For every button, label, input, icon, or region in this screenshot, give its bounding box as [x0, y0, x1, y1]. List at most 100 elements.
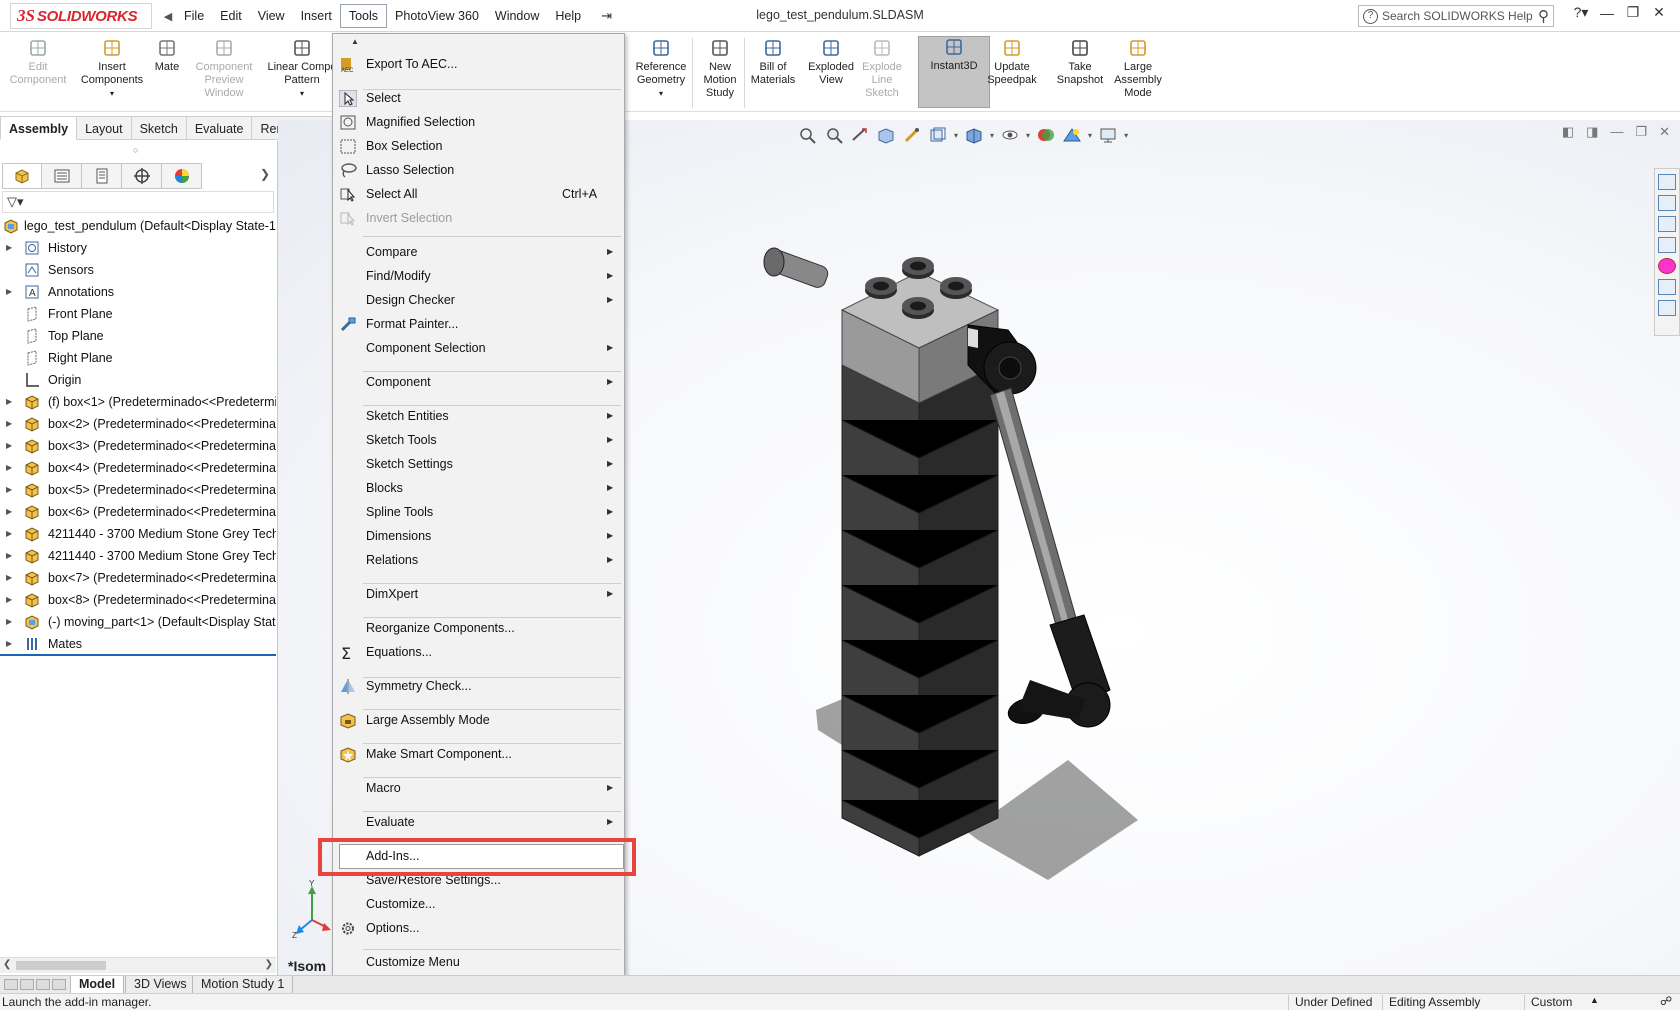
caret-up-icon[interactable]: ▲ [1590, 995, 1599, 1005]
scrollbar-thumb[interactable] [16, 961, 106, 970]
bottom-tab-model[interactable]: Model [70, 976, 125, 994]
first-tab-button[interactable] [4, 979, 18, 990]
feature-tree-filter[interactable]: ▽▾ [2, 191, 274, 213]
tooltip-toggle-icon[interactable]: ☍ [1660, 994, 1672, 1008]
dimxpert-manager-tab-icon[interactable] [122, 163, 162, 189]
property-manager-tab-icon[interactable] [42, 163, 82, 189]
menu-item-design-checker[interactable]: Design Checker ▶ [333, 289, 624, 311]
menu-photoview-360[interactable]: PhotoView 360 [387, 4, 487, 28]
tree-item-box-8-predeterminado-predeterm[interactable]: ▶ box<8> (Predeterminado<<Predeterminad [0, 589, 276, 611]
menu-item-blocks[interactable]: Blocks ▶ [333, 477, 624, 499]
reference-geometry-button[interactable]: Reference Geometry ▾ [630, 38, 692, 100]
menu-item-spline-tools[interactable]: Spline Tools ▶ [333, 501, 624, 523]
menu-item-find-modify[interactable]: Find/Modify ▶ [333, 265, 624, 287]
view-palette-icon[interactable] [1658, 237, 1676, 253]
solidworks-logo[interactable]: 3S SOLIDWORKS [10, 3, 152, 29]
menu-item-sketch-tools[interactable]: Sketch Tools ▶ [333, 429, 624, 451]
forum-icon[interactable] [1658, 300, 1676, 316]
configuration-manager-tab-icon[interactable] [82, 163, 122, 189]
tab-sketch[interactable]: Sketch [131, 116, 187, 140]
large-assembly-mode-button[interactable]: Large Assembly Mode [1110, 38, 1166, 100]
menu-item-magnified-selection[interactable]: Magnified Selection [333, 111, 624, 133]
menu-item-component[interactable]: Component ▶ [333, 371, 624, 393]
tree-item-box-3-predeterminado-predeterm[interactable]: ▶ box<3> (Predeterminado<<Predeterminad [0, 435, 276, 457]
tree-item-f-box-1-predeterminado-predete[interactable]: ▶ (f) box<1> (Predeterminado<<Predetermin [0, 391, 276, 413]
tree-item-sensors[interactable]: Sensors [0, 259, 276, 281]
next-tab-button[interactable] [36, 979, 50, 990]
appearances-icon[interactable] [1658, 258, 1676, 274]
display-manager-tab-icon[interactable] [162, 163, 202, 189]
tree-item-origin[interactable]: Origin [0, 369, 276, 391]
menu-item-export-to-aec[interactable]: AEC Export To AEC... [333, 53, 624, 75]
expand-arrow-icon[interactable]: ▶ [6, 545, 12, 567]
chevron-right-icon[interactable]: ❯ [260, 167, 270, 181]
expand-arrow-icon[interactable]: ▶ [6, 281, 12, 303]
expand-arrow-icon[interactable]: ▶ [6, 457, 12, 479]
unit-system-selector[interactable]: Custom [1524, 995, 1594, 1010]
menu-item-equations[interactable]: Σ Equations... [333, 641, 624, 663]
expand-arrow-icon[interactable]: ▶ [6, 611, 12, 633]
last-tab-button[interactable] [52, 979, 66, 990]
tree-item-box-2-predeterminado-predeterm[interactable]: ▶ box<2> (Predeterminado<<Predeterminad [0, 413, 276, 435]
menu-file[interactable]: File [176, 4, 212, 28]
home-icon[interactable] [1658, 174, 1676, 190]
insert-components-button[interactable]: Insert Components ▾ [70, 38, 154, 100]
tree-item-annotations[interactable]: ▶ A Annotations [0, 281, 276, 303]
tab-assembly[interactable]: Assembly [0, 116, 78, 140]
tree-item-4211440-3700-medium-stone-grey[interactable]: ▶ 4211440 - 3700 Medium Stone Grey Techni… [0, 545, 276, 567]
expand-arrow-icon[interactable]: ▶ [6, 633, 12, 655]
menu-help[interactable]: Help [547, 4, 589, 28]
explode-line-sketch-button[interactable]: Explode Line Sketch [858, 38, 906, 100]
menu-item-symmetry-check[interactable]: Symmetry Check... [333, 675, 624, 697]
tree-item-box-5-predeterminado-predeterm[interactable]: ▶ box<5> (Predeterminado<<Predeterminad [0, 479, 276, 501]
menu-item-reorganize-components[interactable]: Reorganize Components... [333, 617, 624, 639]
menu-item-sketch-entities[interactable]: Sketch Entities ▶ [333, 405, 624, 427]
expand-arrow-icon[interactable]: ▶ [6, 413, 12, 435]
tab-evaluate[interactable]: Evaluate [186, 116, 253, 140]
menu-insert[interactable]: Insert [293, 4, 340, 28]
component-preview-window-button[interactable]: Component Preview Window [186, 38, 262, 100]
instant3d-button[interactable]: Instant3D [918, 36, 990, 108]
tree-item-4211440-3700-medium-stone-grey[interactable]: ▶ 4211440 - 3700 Medium Stone Grey Techni… [0, 523, 276, 545]
close-window-button[interactable]: ✕ [1648, 4, 1670, 21]
expand-arrow-icon[interactable]: ▶ [6, 479, 12, 501]
tree-item-box-6-predeterminado-predeterm[interactable]: ▶ box<6> (Predeterminado<<Predeterminad [0, 501, 276, 523]
menu-view[interactable]: View [250, 4, 293, 28]
tree-item-top-plane[interactable]: Top Plane [0, 325, 276, 347]
tab-layout[interactable]: Layout [77, 116, 132, 140]
expand-arrow-icon[interactable]: ▶ [6, 501, 12, 523]
tree-item-history[interactable]: ▶ History [0, 237, 276, 259]
menu-window[interactable]: Window [487, 4, 547, 28]
menu-tools[interactable]: Tools [339, 4, 388, 28]
take-snapshot-button[interactable]: Take Snapshot [1054, 38, 1106, 87]
tree-item-box-7-predeterminado-predeterm[interactable]: ▶ box<7> (Predeterminado<<Predeterminad [0, 567, 276, 589]
update-speedpak-button[interactable]: Update Speedpak [986, 38, 1038, 87]
menu-item-select-all[interactable]: Select All Ctrl+A [333, 183, 624, 205]
menu-item-make-smart-component[interactable]: Make Smart Component... [333, 743, 624, 765]
expand-arrow-icon[interactable]: ▶ [6, 589, 12, 611]
expand-arrow-icon[interactable]: ▶ [6, 435, 12, 457]
menu-item-component-selection[interactable]: Component Selection ▶ [333, 337, 624, 359]
scroll-right-icon[interactable]: ❯ [265, 959, 273, 970]
design-library-icon[interactable] [1658, 195, 1676, 211]
menu-back-arrow-icon[interactable]: ◀ [160, 10, 176, 23]
menu-item-macro[interactable]: Macro ▶ [333, 777, 624, 799]
menu-edit[interactable]: Edit [212, 4, 250, 28]
bottom-tab-3d-views[interactable]: 3D Views [125, 976, 196, 994]
tree-item-mates[interactable]: ▶ Mates [0, 633, 276, 655]
menu-item-customize-menu[interactable]: Customize Menu [333, 951, 624, 973]
search-icon[interactable]: ⚲ [1538, 7, 1549, 25]
edit-component-button[interactable]: Edit Component [4, 38, 72, 87]
feature-manager-tab-icon[interactable] [2, 163, 42, 189]
menu-item-select[interactable]: Select [333, 87, 624, 109]
expand-arrow-icon[interactable]: ▶ [6, 237, 12, 259]
custom-properties-icon[interactable] [1658, 279, 1676, 295]
dropdown-arrow-icon[interactable]: ▾ [630, 87, 692, 100]
menu-item-compare[interactable]: Compare ▶ [333, 241, 624, 263]
scroll-left-icon[interactable]: ❮ [3, 959, 11, 970]
tree-item-right-plane[interactable]: Right Plane [0, 347, 276, 369]
menu-item-lasso-selection[interactable]: Lasso Selection [333, 159, 624, 181]
menu-item-large-assembly-mode[interactable]: Large Assembly Mode [333, 709, 624, 731]
menu-item-format-painter[interactable]: Format Painter... [333, 313, 624, 335]
menu-item-evaluate[interactable]: Evaluate ▶ [333, 811, 624, 833]
